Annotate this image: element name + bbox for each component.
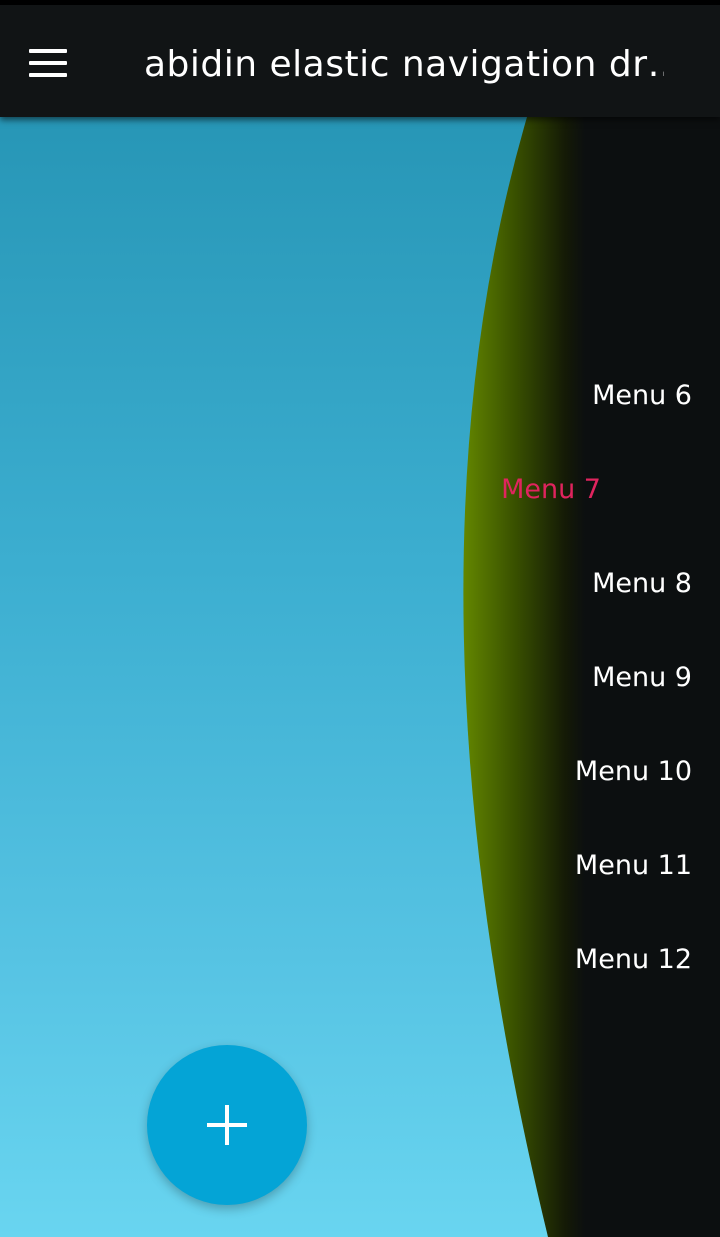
menu-item-6[interactable]: Menu 6 xyxy=(592,366,692,426)
menu-item-11[interactable]: Menu 11 xyxy=(575,836,692,896)
menu-item-9[interactable]: Menu 9 xyxy=(592,648,692,708)
menu-item-7[interactable]: Menu 7 xyxy=(501,460,601,520)
hamburger-icon[interactable] xyxy=(24,43,72,83)
toolbar-title: abidin elastic navigation dr… xyxy=(144,44,664,85)
app-toolbar: abidin elastic navigation dr… xyxy=(0,5,720,117)
menu-item-12[interactable]: Menu 12 xyxy=(575,930,692,990)
menu-item-8[interactable]: Menu 8 xyxy=(592,554,692,614)
menu-item-10[interactable]: Menu 10 xyxy=(575,742,692,802)
app-screen: abidin elastic navigation dr… Menu 6 Men… xyxy=(0,0,720,1237)
add-fab-button[interactable] xyxy=(147,1045,307,1205)
